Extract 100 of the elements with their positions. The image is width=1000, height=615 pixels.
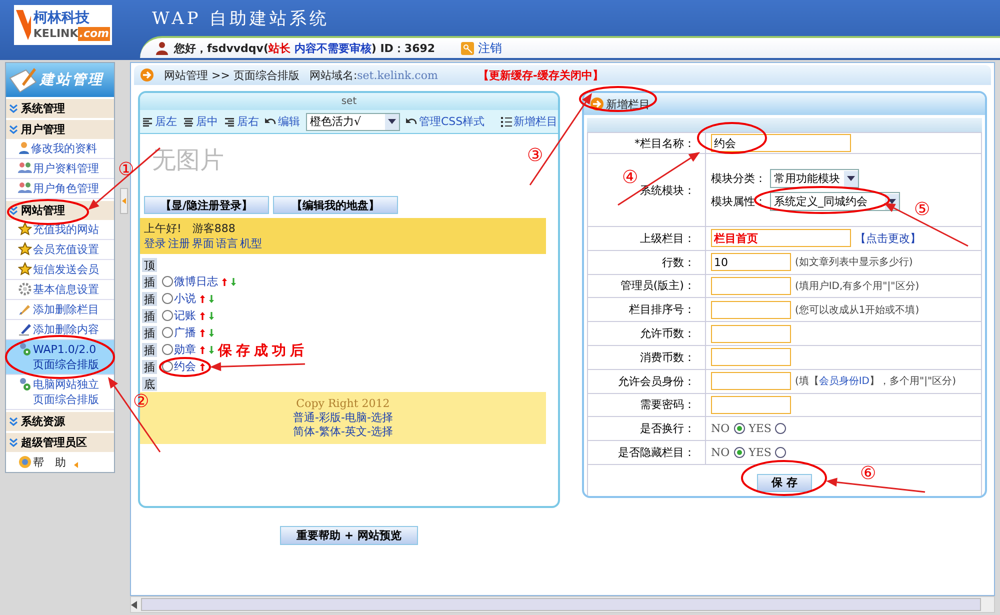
toolbar-button[interactable]: 编辑 xyxy=(265,114,300,129)
sidebar-item[interactable]: 添加删除栏目 xyxy=(6,300,114,320)
insert-button[interactable]: 插 xyxy=(141,274,158,290)
field-hint: (如文章列表中显示多少行) xyxy=(794,256,913,270)
parent-column-input[interactable]: 栏目首页 xyxy=(710,229,851,248)
field-label: 允许币数： xyxy=(638,326,696,342)
sidebar-section[interactable]: 用户管理 xyxy=(6,120,114,139)
move-up-icon[interactable] xyxy=(222,278,227,286)
step-number: ① xyxy=(118,160,134,180)
panel-button[interactable]: 【显/隐注册登录】 xyxy=(144,196,269,214)
text-input[interactable] xyxy=(710,324,791,343)
move-up-icon[interactable] xyxy=(200,328,205,336)
cache-status-link[interactable]: 【更新缓存-缓存关闭中】 xyxy=(478,68,604,82)
column-link[interactable]: 微博日志 xyxy=(174,274,218,289)
logo-mark-icon xyxy=(16,8,32,42)
toolbar-button[interactable]: 管理CSS样式 xyxy=(406,114,485,129)
sidebar-item[interactable]: 用户角色管理 xyxy=(6,179,114,199)
bottom-button[interactable]: 底 xyxy=(141,376,158,392)
sidebar-item[interactable]: 修改我的资料 xyxy=(6,139,114,159)
save-button[interactable]: 保 存 xyxy=(756,474,812,492)
field-label: 允许会员身份： xyxy=(616,374,696,389)
radio-button[interactable] xyxy=(162,310,173,321)
text-input[interactable] xyxy=(710,276,791,295)
sidebar-section[interactable]: 系统资源 xyxy=(6,412,114,431)
logout-link[interactable]: 注销 xyxy=(461,40,502,56)
sidebar-item[interactable]: 充值我的网站 xyxy=(6,220,114,240)
help-preview-button[interactable]: 重要帮助 + 网站预览 xyxy=(280,526,418,545)
field-label: 模块分类： xyxy=(710,171,767,186)
insert-button[interactable]: 插 xyxy=(141,358,158,374)
arrow-right-icon xyxy=(590,97,604,111)
no-image-text: 无图片 xyxy=(152,146,224,174)
footer-links[interactable]: 简体-繁体-英文-选择 xyxy=(293,425,393,439)
horizontal-scrollbar[interactable] xyxy=(130,596,995,613)
radio-button[interactable] xyxy=(162,327,173,338)
panel-button[interactable]: 【编辑我的地盘】 xyxy=(273,196,398,214)
insert-button[interactable]: 插 xyxy=(141,290,158,306)
insert-button[interactable]: 插 xyxy=(141,324,158,340)
nav-link[interactable]: 界面 xyxy=(192,236,214,251)
move-down-icon[interactable] xyxy=(209,346,214,354)
column-link[interactable]: 广播 xyxy=(174,325,196,340)
insert-button[interactable]: 插 xyxy=(141,308,158,324)
nav-link[interactable]: 注册 xyxy=(168,236,190,251)
sidebar-item[interactable]: WAP1.0/2.0 页面综合排版 xyxy=(6,340,114,375)
theme-dropdown[interactable]: 橙色活力√ xyxy=(306,112,400,130)
field-label: 管理员(版主)： xyxy=(619,278,696,294)
move-down-icon[interactable] xyxy=(209,328,214,336)
radio-button[interactable] xyxy=(734,423,745,434)
text-input[interactable] xyxy=(710,348,791,366)
column-link[interactable]: 约会 xyxy=(174,359,196,374)
category-dropdown[interactable]: 常用功能模块 xyxy=(770,169,859,188)
collapse-handle[interactable] xyxy=(120,188,128,214)
move-down-icon[interactable] xyxy=(209,294,214,302)
sidebar-section[interactable]: 系统管理 xyxy=(6,99,114,118)
toolbar-button[interactable]: 居右 xyxy=(224,114,259,129)
toolbar-button[interactable]: 居中 xyxy=(183,114,218,129)
nav-link[interactable]: 机型 xyxy=(240,236,262,251)
nav-link[interactable]: 语言 xyxy=(216,236,238,251)
move-up-icon[interactable] xyxy=(200,312,205,320)
sidebar-item[interactable]: 短信发送会员 xyxy=(6,260,114,280)
text-input[interactable]: 10 xyxy=(710,253,791,272)
change-link[interactable]: 【点击更改】 xyxy=(854,230,921,246)
attribute-dropdown[interactable]: 系统定义_同城约会 xyxy=(770,192,900,211)
move-down-icon[interactable] xyxy=(209,312,214,320)
caret-icon xyxy=(846,176,855,181)
move-up-icon[interactable] xyxy=(200,346,205,354)
move-up-icon[interactable] xyxy=(200,362,205,370)
text-input[interactable] xyxy=(710,372,791,390)
person-icon xyxy=(18,141,30,155)
radio-button[interactable] xyxy=(775,447,786,458)
text-input[interactable] xyxy=(710,300,791,319)
option-label: YES xyxy=(748,422,772,436)
help-item[interactable]: 帮 助 xyxy=(6,452,114,472)
chevron-icon xyxy=(9,438,18,448)
sidebar-item[interactable]: 基本信息设置 xyxy=(6,280,114,300)
radio-button[interactable] xyxy=(734,447,745,458)
toolbar-button[interactable]: 居左 xyxy=(142,114,177,129)
field-label: 是否换行： xyxy=(638,421,696,436)
column-link[interactable]: 小说 xyxy=(174,291,196,306)
caret-icon xyxy=(388,119,396,124)
top-button[interactable]: 顶 xyxy=(141,256,158,272)
sidebar-section[interactable]: 超级管理员区 xyxy=(6,433,114,452)
sidebar-item[interactable]: 会员充值设置 xyxy=(6,240,114,260)
column-link[interactable]: 记账 xyxy=(174,308,196,323)
move-down-icon[interactable] xyxy=(231,278,236,286)
footer-links[interactable]: 普通-彩版-电脑-选择 xyxy=(293,411,393,425)
field-label: 消费币数： xyxy=(638,350,696,365)
toolbar-button[interactable]: 新增栏目 xyxy=(500,114,558,129)
radio-button[interactable] xyxy=(162,276,173,287)
text-input[interactable] xyxy=(710,396,791,414)
radio-button[interactable] xyxy=(162,293,173,304)
move-up-icon[interactable] xyxy=(200,294,205,302)
column-name-input[interactable]: 约会 xyxy=(710,134,851,152)
column-link[interactable]: 勋章 xyxy=(174,342,196,357)
sidebar-item[interactable]: 用户资料管理 xyxy=(6,159,114,179)
scroll-left-icon[interactable] xyxy=(131,600,139,608)
radio-button[interactable] xyxy=(162,344,173,355)
nav-link[interactable]: 登录 xyxy=(144,236,166,251)
insert-button[interactable]: 插 xyxy=(141,342,158,358)
list-icon xyxy=(500,116,512,127)
radio-button[interactable] xyxy=(775,423,786,434)
